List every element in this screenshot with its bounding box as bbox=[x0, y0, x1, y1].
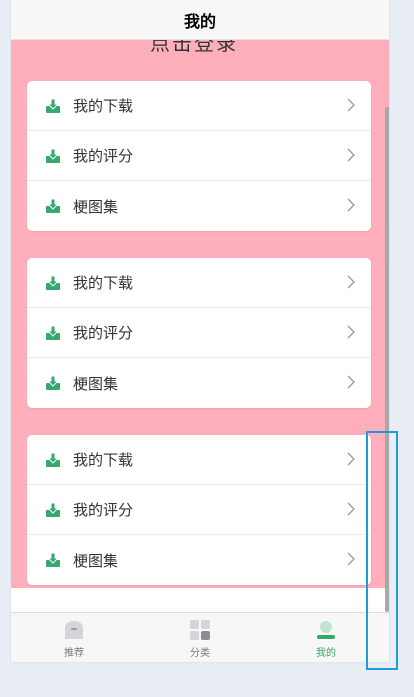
login-link[interactable]: 点击登录 bbox=[11, 39, 377, 56]
menu-item-label: 我的下载 bbox=[73, 274, 134, 292]
menu-card: 我的下载 我的评分 梗图集 bbox=[27, 81, 371, 231]
menu-item-meme-collection[interactable]: 梗图集 bbox=[27, 181, 371, 231]
tab-label: 推荐 bbox=[64, 648, 84, 659]
chevron-right-icon bbox=[347, 502, 355, 516]
download-icon bbox=[46, 198, 60, 213]
tab-label: 我的 bbox=[316, 648, 336, 659]
menu-item-downloads[interactable]: 我的下载 bbox=[27, 258, 371, 308]
menu-card: 我的下载 我的评分 梗图集 bbox=[27, 258, 371, 408]
scroll-content[interactable]: 点击登录 我的下载 我的评分 梗图集 我的下载 我的评分 梗图集 我的下载 我的… bbox=[11, 39, 389, 612]
menu-item-label: 梗图集 bbox=[73, 374, 119, 393]
user-icon bbox=[317, 621, 335, 639]
bottom-tab-bar: 推荐 分类 我的 bbox=[11, 612, 389, 662]
app-screen: 我的 点击登录 我的下载 我的评分 梗图集 我的下载 我的评分 梗图集 我的下载… bbox=[11, 0, 389, 662]
page-title: 我的 bbox=[183, 11, 216, 31]
tab-label: 分类 bbox=[190, 648, 210, 659]
nav-header: 我的 bbox=[11, 0, 389, 40]
menu-item-label: 我的下载 bbox=[73, 451, 134, 469]
chevron-right-icon bbox=[347, 375, 355, 389]
download-icon bbox=[46, 452, 60, 467]
download-icon bbox=[46, 98, 60, 113]
menu-item-downloads[interactable]: 我的下载 bbox=[27, 81, 371, 131]
menu-item-label: 我的评分 bbox=[73, 501, 134, 519]
category-icon bbox=[190, 620, 210, 640]
menu-item-label: 我的下载 bbox=[73, 97, 134, 115]
chevron-right-icon bbox=[347, 148, 355, 162]
chevron-right-icon bbox=[347, 325, 355, 339]
menu-item-meme-collection[interactable]: 梗图集 bbox=[27, 358, 371, 408]
menu-item-downloads[interactable]: 我的下载 bbox=[27, 435, 371, 485]
tab-category[interactable]: 分类 bbox=[137, 613, 263, 662]
chevron-right-icon bbox=[347, 198, 355, 212]
menu-item-label: 梗图集 bbox=[73, 197, 119, 216]
menu-item-ratings[interactable]: 我的评分 bbox=[27, 308, 371, 358]
chevron-right-icon bbox=[347, 98, 355, 112]
download-icon bbox=[46, 275, 60, 290]
menu-item-label: 梗图集 bbox=[73, 551, 119, 570]
chevron-right-icon bbox=[347, 552, 355, 566]
home-icon bbox=[65, 621, 83, 639]
menu-item-ratings[interactable]: 我的评分 bbox=[27, 485, 371, 535]
menu-item-meme-collection[interactable]: 梗图集 bbox=[27, 535, 371, 585]
menu-card: 我的下载 我的评分 梗图集 bbox=[27, 435, 371, 585]
download-icon bbox=[46, 502, 60, 517]
chevron-right-icon bbox=[347, 275, 355, 289]
download-icon bbox=[46, 325, 60, 340]
chevron-right-icon bbox=[347, 452, 355, 466]
menu-item-ratings[interactable]: 我的评分 bbox=[27, 131, 371, 181]
tab-recommend[interactable]: 推荐 bbox=[11, 613, 137, 662]
download-icon bbox=[46, 375, 60, 390]
download-icon bbox=[46, 552, 60, 567]
menu-item-label: 我的评分 bbox=[73, 324, 134, 342]
download-icon bbox=[46, 148, 60, 163]
selection-highlight bbox=[366, 431, 398, 670]
menu-item-label: 我的评分 bbox=[73, 147, 134, 165]
